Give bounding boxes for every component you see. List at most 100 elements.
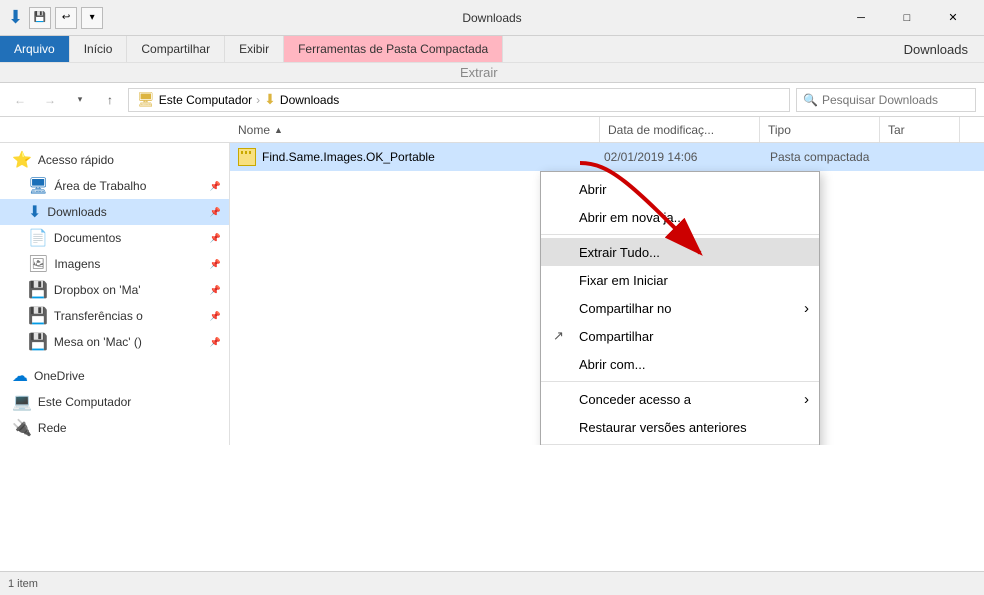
context-menu: Abrir Abrir em nova ja... Extrair Tudo..… [540,171,820,445]
sidebar-item-imagens[interactable]: 🖼 Imagens 📌 [0,251,229,277]
tab-arquivo[interactable]: Arquivo [0,36,70,62]
ribbon-tabs: Arquivo Início Compartilhar Exibir Ferra… [0,36,503,62]
file-date-cell: 02/01/2019 14:06 [604,150,764,164]
folder-icon: ⬇ [8,7,23,28]
window-controls: ─ □ ✕ [838,0,976,36]
sidebar-item-label: Documentos [54,231,121,245]
path-separator-1: › [256,93,260,107]
sidebar-item-label: Área de Trabalho [54,179,146,193]
up-button[interactable]: ↑ [98,88,122,112]
ctx-compartilhar[interactable]: ↗ Compartilhar [541,322,819,350]
ctx-extrair-label: Extrair Tudo... [579,245,660,260]
tab-inicio-label: Início [84,42,113,56]
cloud-icon: ☁ [12,366,28,386]
pin-icon: 📌 [210,181,221,192]
recent-locations-button[interactable]: ▾ [68,88,92,112]
sidebar-item-este-computador[interactable]: 💻 Este Computador [0,389,229,415]
sidebar-item-rede[interactable]: 🔌 Rede [0,415,229,441]
qat-dropdown[interactable]: ▾ [81,7,103,29]
folder-path-icon-2: ⬇ [264,91,276,108]
col-header-tipo[interactable]: Tipo [760,117,880,142]
ctx-abrir-label: Abrir [579,182,606,197]
ctx-comp-label: Compartilhar [579,329,653,344]
star-icon: ⭐ [12,150,32,170]
tab-compartilhar-label: Compartilhar [141,42,210,56]
content-area: ⭐ Acesso rápido 🖥 Área de Trabalho 📌 ⬇ D… [0,143,984,445]
path-part-2: Downloads [280,93,339,107]
pin-icon-7: 📌 [210,337,221,348]
search-box[interactable]: 🔍 [796,88,976,112]
sidebar-item-acesso-rapido[interactable]: ⭐ Acesso rápido [0,147,229,173]
sidebar-item-onedrive[interactable]: ☁ OneDrive [0,363,229,389]
tab-extract[interactable]: Ferramentas de Pasta Compactada [284,36,503,62]
sidebar-item-dropbox[interactable]: 💾 Dropbox on 'Ma' 📌 [0,277,229,303]
extract-ribbon-label: Extrair [0,62,984,82]
title-bar: ⬇ 💾 ↩ ▾ Downloads ─ □ ✕ [0,0,984,36]
ctx-abrir-nova-janela[interactable]: Abrir em nova ja... [541,203,819,231]
address-path[interactable]: 🖥 Este Computador › ⬇ Downloads [128,88,790,112]
path-part-1: Este Computador [159,93,252,107]
tab-inicio[interactable]: Início [70,36,128,62]
ctx-acesso-label: Conceder acesso a [579,392,691,407]
table-row[interactable]: Find.Same.Images.OK_Portable 02/01/2019 … [230,143,984,171]
ctx-abrir-com[interactable]: Abrir com... [541,350,819,378]
folder-path-icon: 🖥 [137,91,155,108]
ctx-fixar-iniciar[interactable]: Fixar em Iniciar [541,266,819,294]
forward-button[interactable]: → [38,88,62,112]
ctx-extrair-tudo[interactable]: Extrair Tudo... [541,238,819,266]
status-text: 1 item [8,578,38,590]
tab-compartilhar[interactable]: Compartilhar [127,36,225,62]
sidebar-item-label: Mesa on 'Mac' () [54,335,142,349]
tab-arquivo-label: Arquivo [14,42,55,56]
sidebar-item-label: Downloads [47,205,106,219]
col-header-data[interactable]: Data de modificaç... [600,117,760,142]
tab-exibir[interactable]: Exibir [225,36,284,62]
search-icon: 🔍 [803,93,818,107]
sidebar: ⭐ Acesso rápido 🖥 Área de Trabalho 📌 ⬇ D… [0,143,230,445]
drive-icon-3: 💾 [28,332,48,352]
pin-icon-2: 📌 [210,207,221,218]
close-button[interactable]: ✕ [930,0,976,36]
pin-icon-6: 📌 [210,311,221,322]
ctx-restaurar-label: Restaurar versões anteriores [579,420,747,435]
net-icon: 🔌 [12,418,32,438]
file-type-cell: Pasta compactada [770,150,890,164]
ctx-restaurar-versoes[interactable]: Restaurar versões anteriores [541,413,819,441]
ctx-compartilhar-no[interactable]: Compartilhar no [541,294,819,322]
sidebar-item-area-trabalho[interactable]: 🖥 Área de Trabalho 📌 [0,173,229,199]
sidebar-item-label: Imagens [54,257,100,271]
col-header-nome[interactable]: Nome ▲ [230,117,600,142]
tab-exibir-label: Exibir [239,42,269,56]
ctx-separator-2 [541,381,819,382]
sidebar-item-label: Rede [38,421,67,435]
undo-qat-btn[interactable]: ↩ [55,7,77,29]
ctx-conceder-acesso[interactable]: Conceder acesso a [541,385,819,413]
maximize-button[interactable]: □ [884,0,930,36]
sidebar-item-transferencias[interactable]: 💾 Transferências o 📌 [0,303,229,329]
minimize-button[interactable]: ─ [838,0,884,36]
sidebar-item-label: Transferências o [54,309,143,323]
sidebar-item-label: Este Computador [38,395,131,409]
ctx-separator-1 [541,234,819,235]
sidebar-item-downloads[interactable]: ⬇ Downloads 📌 [0,199,229,225]
file-list: Find.Same.Images.OK_Portable 02/01/2019 … [230,143,984,445]
drive-icon-2: 💾 [28,306,48,326]
pin-icon-5: 📌 [210,285,221,296]
ctx-fixar-label: Fixar em Iniciar [579,273,668,288]
col-header-tam[interactable]: Tar [880,117,960,142]
status-bar: 1 item [0,571,984,595]
search-input[interactable] [822,93,969,107]
save-qat-btn[interactable]: 💾 [29,7,51,29]
ctx-comp-no-label: Compartilhar no [579,301,672,316]
ctx-nova-janela-label: Abrir em nova ja... [579,210,685,225]
images-icon: 🖼 [28,254,48,274]
drive-icon: 💾 [28,280,48,300]
ctx-separator-3 [541,444,819,445]
back-button[interactable]: ← [8,88,32,112]
sidebar-item-documentos[interactable]: 📄 Documentos 📌 [0,225,229,251]
ctx-comp-icon: ↗ [553,328,573,344]
ribbon-title: Downloads [904,36,984,62]
sidebar-item-label: Dropbox on 'Ma' [54,283,141,297]
ctx-abrir[interactable]: Abrir [541,175,819,203]
sidebar-item-mesa[interactable]: 💾 Mesa on 'Mac' () 📌 [0,329,229,355]
